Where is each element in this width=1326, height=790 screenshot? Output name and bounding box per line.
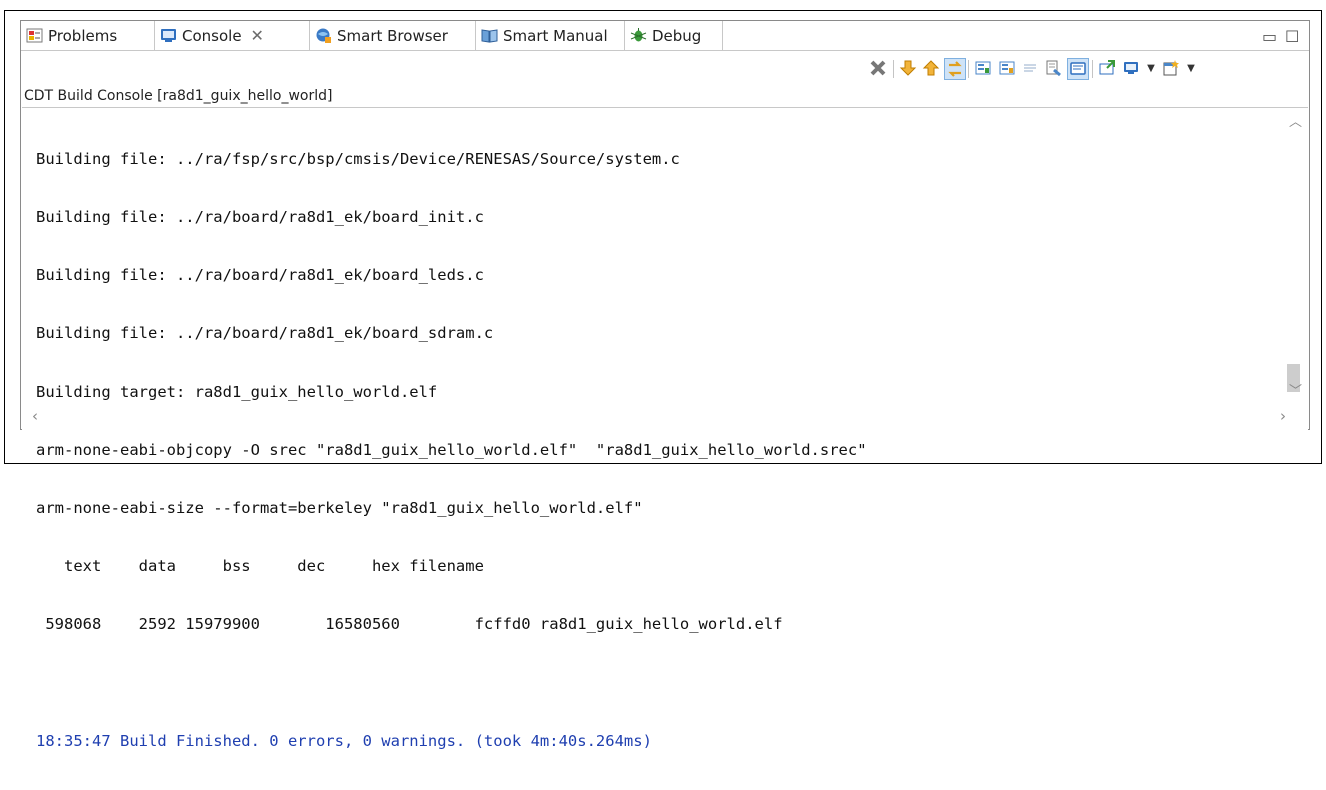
terminate-icon[interactable] (868, 58, 888, 78)
tab-label: Console (182, 26, 242, 45)
new-console-view-icon[interactable] (1161, 58, 1181, 78)
tab-label: Smart Manual (503, 26, 608, 45)
pin-console-icon[interactable] (1067, 58, 1089, 80)
toolbar-separator (968, 60, 969, 78)
console-line: Building file: ../ra/board/ra8d1_ek/boar… (36, 266, 484, 285)
chevron-down-icon[interactable]: ▼ (1181, 58, 1201, 78)
console-toolbar: ▼ ▼ (21, 51, 1309, 85)
scroll-down-icon[interactable] (898, 58, 918, 78)
debug-icon (630, 27, 647, 44)
vertical-scrollbar[interactable]: ︿ ﹀ (1284, 108, 1308, 401)
console-line: Building file: ../ra/board/ra8d1_ek/boar… (36, 324, 494, 343)
tab-smart-manual[interactable]: Smart Manual (476, 21, 625, 50)
console-lines: Building file: ../ra/fsp/src/bsp/cmsis/D… (36, 111, 867, 790)
tab-smart-browser[interactable]: Smart Browser (310, 21, 476, 50)
toolbar-separator (1092, 60, 1093, 78)
console-line: Building target: ra8d1_guix_hello_world.… (36, 382, 438, 401)
scroll-left-arrow-icon[interactable]: ‹ (32, 407, 38, 425)
tab-console[interactable]: Console ✕ (155, 21, 310, 50)
tab-debug[interactable]: Debug (625, 21, 723, 50)
smart-manual-icon (481, 27, 498, 44)
console-output[interactable]: Building file: ../ra/fsp/src/bsp/cmsis/D… (22, 107, 1308, 750)
problems-icon (26, 27, 43, 44)
scroll-down-arrow-icon[interactable]: ﹀ (1289, 380, 1302, 399)
console-title: CDT Build Console [ra8d1_guix_hello_worl… (24, 88, 333, 104)
console-line: 598068 2592 15979900 16580560 fcffd0 ra8… (36, 615, 783, 634)
minimize-icon[interactable]: ▭ (1262, 27, 1277, 46)
show-console-on-output-icon[interactable] (973, 58, 993, 78)
console-line: arm-none-eabi-size --format=berkeley "ra… (36, 499, 643, 518)
scroll-lock-icon[interactable] (944, 58, 966, 80)
close-icon[interactable]: ✕ (251, 26, 264, 45)
scroll-up-arrow-icon[interactable]: ︿ (1289, 111, 1302, 130)
scroll-up-icon[interactable] (921, 58, 941, 78)
build-finished-line: 18:35:47 Build Finished. 0 errors, 0 war… (36, 731, 652, 750)
console-view: Problems Console ✕ Smart Browser Smart M… (20, 20, 1310, 750)
chevron-down-icon[interactable]: ▼ (1141, 58, 1161, 78)
scroll-right-arrow-icon[interactable]: › (1280, 407, 1286, 425)
clear-console-icon[interactable] (1043, 58, 1063, 78)
tab-label: Smart Browser (337, 26, 448, 45)
tab-label: Debug (652, 26, 702, 45)
console-line: Building file: ../ra/board/ra8d1_ek/boar… (36, 208, 484, 227)
console-icon (160, 27, 177, 44)
console-line: arm-none-eabi-objcopy -O srec "ra8d1_gui… (36, 440, 867, 459)
toolbar-separator (893, 60, 894, 78)
view-tab-bar: Problems Console ✕ Smart Browser Smart M… (21, 21, 1309, 51)
open-console-icon[interactable] (1097, 58, 1117, 78)
tab-problems[interactable]: Problems (21, 21, 155, 50)
smart-browser-icon (315, 27, 332, 44)
maximize-icon[interactable]: ☐ (1285, 27, 1299, 46)
console-line: text data bss dec hex filename (36, 557, 484, 576)
word-wrap-icon[interactable] (1020, 58, 1040, 78)
display-selected-console-icon[interactable] (1121, 58, 1141, 78)
horizontal-scrollbar[interactable]: ‹ › (22, 404, 1308, 430)
show-console-on-error-icon[interactable] (997, 58, 1017, 78)
tab-label: Problems (48, 26, 118, 45)
console-line: Building file: ../ra/fsp/src/bsp/cmsis/D… (36, 149, 680, 168)
